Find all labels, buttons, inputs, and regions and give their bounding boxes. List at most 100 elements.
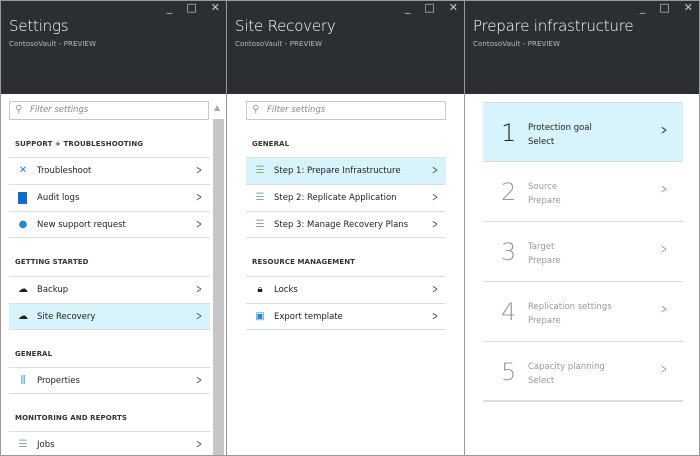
chevron-right-icon: > [195, 217, 202, 231]
step-name: Target [528, 242, 555, 252]
chevron-right-icon: > [660, 362, 667, 376]
list-icon: ☰ [255, 219, 265, 230]
prepare-infrastructure-blade: Prepare infrastructure ContosoVault - PR… [464, 0, 700, 456]
filter-placeholder: Filter settings [267, 105, 326, 115]
cloud-icon: ☁ [18, 284, 28, 295]
step-name: Source [528, 182, 558, 192]
blade-subtitle: ContosoVault - PREVIEW [235, 40, 323, 48]
filter-settings-input[interactable]: ⚲ Filter settings [246, 101, 446, 120]
maximize-icon[interactable]: □ [424, 1, 434, 14]
blade-title: Prepare infrastructure [473, 17, 634, 35]
list-icon: ☰ [255, 165, 265, 176]
step-source[interactable]: 2 Source Prepare > [483, 162, 683, 222]
blade-header: Site Recovery ContosoVault - PREVIEW _ □ ✕ [227, 1, 464, 94]
item-label: Export template [274, 311, 343, 322]
item-label: Site Recovery [37, 311, 96, 322]
step-status: Prepare [528, 196, 561, 206]
section-header: MONITORING AND REPORTS [15, 414, 128, 422]
chevron-right-icon: > [195, 190, 202, 204]
item-label: Jobs [37, 440, 55, 450]
chevron-right-icon: > [660, 182, 667, 196]
menu-item-step-3[interactable]: ☰ Step 3: Manage Recovery Plans > [246, 211, 446, 238]
step-protection-goal[interactable]: 1 Protection goal Select > [483, 102, 683, 162]
menu-item-locks[interactable]: 🔒︎ Locks > [246, 276, 446, 303]
item-label: New support request [37, 219, 126, 230]
close-icon[interactable]: ✕ [211, 1, 220, 14]
menu-item-site-recovery[interactable]: ☁ Site Recovery > [9, 303, 210, 330]
step-status: Select [528, 137, 555, 147]
maximize-icon[interactable]: □ [659, 1, 669, 14]
support-person-icon: ● [18, 219, 28, 230]
item-label: Backup [37, 285, 69, 295]
blade-header: Prepare infrastructure ContosoVault - PR… [465, 1, 699, 94]
chevron-right-icon: > [195, 163, 202, 177]
section-header: GETTING STARTED [15, 258, 89, 266]
step-number: 4 [501, 298, 517, 326]
chevron-right-icon: > [195, 282, 202, 296]
blade-title: Site Recovery [235, 17, 336, 35]
filter-settings-input[interactable]: ⚲ Filter settings [9, 101, 209, 120]
lock-icon: 🔒︎ [257, 284, 263, 295]
step-replication-settings[interactable]: 4 Replication settings Prepare > [483, 282, 683, 342]
minimize-icon[interactable]: _ [640, 1, 646, 14]
chevron-right-icon: > [660, 302, 667, 316]
close-icon[interactable]: ✕ [684, 1, 693, 14]
cloud-icon: ☁ [18, 311, 28, 322]
chevron-right-icon: > [195, 373, 202, 387]
book-icon [18, 192, 27, 204]
step-name: Capacity planning [528, 362, 605, 372]
scroll-up-icon[interactable]: ▲ [214, 103, 220, 112]
scrollbar-thumb[interactable] [213, 119, 224, 455]
menu-item-troubleshoot[interactable]: ✕ Troubleshoot > [9, 157, 210, 184]
search-icon: ⚲ [252, 104, 260, 115]
step-status: Prepare [528, 316, 561, 326]
monitor-icon: ▣ [255, 311, 265, 322]
chevron-right-icon: > [660, 123, 667, 137]
section-header: GENERAL [15, 350, 53, 358]
maximize-icon[interactable]: □ [186, 1, 196, 14]
item-label: Step 3: Manage Recovery Plans [274, 219, 409, 230]
blade-title: Settings [9, 17, 69, 35]
chevron-right-icon: > [195, 309, 202, 323]
item-label: Audit logs [37, 193, 80, 203]
item-label: Step 2: Replicate Application [274, 193, 397, 203]
menu-item-step-1[interactable]: ☰ Step 1: Prepare Infrastructure > [246, 157, 446, 184]
wrench-icon: ✕ [18, 165, 28, 176]
step-capacity-planning[interactable]: 5 Capacity planning Select > [483, 342, 683, 402]
step-status: Select [528, 376, 555, 386]
minimize-icon[interactable]: _ [167, 1, 173, 14]
list-icon: ☰ [255, 192, 265, 203]
minimize-icon[interactable]: _ [405, 1, 411, 14]
item-label: Troubleshoot [37, 166, 92, 176]
step-name: Replication settings [528, 302, 612, 312]
site-recovery-blade: Site Recovery ContosoVault - PREVIEW _ □ ✕… [226, 0, 465, 456]
step-target[interactable]: 3 Target Prepare > [483, 222, 683, 282]
list-icon: ☰ [18, 439, 28, 450]
chevron-right-icon: > [431, 282, 438, 296]
scrollbar[interactable]: ▲ [212, 101, 225, 455]
menu-item-step-2[interactable]: ☰ Step 2: Replicate Application > [246, 184, 446, 211]
chevron-right-icon: > [660, 242, 667, 256]
blade-subtitle: ContosoVault - PREVIEW [473, 40, 561, 48]
step-status: Prepare [528, 256, 561, 266]
section-header: SUPPORT + TROUBLESHOOTING [15, 140, 144, 148]
section-header: RESOURCE MANAGEMENT [252, 258, 356, 266]
blade-subtitle: ContosoVault - PREVIEW [9, 40, 97, 48]
menu-item-export-template[interactable]: ▣ Export template > [246, 303, 446, 330]
close-icon[interactable]: ✕ [449, 1, 458, 14]
menu-item-backup[interactable]: ☁ Backup > [9, 276, 210, 303]
menu-item-new-support-request[interactable]: ● New support request > [9, 211, 210, 238]
menu-item-jobs[interactable]: ☰ Jobs > [9, 431, 210, 455]
sliders-icon: ⫼ [20, 375, 26, 386]
chevron-right-icon: > [431, 190, 438, 204]
chevron-right-icon: > [431, 309, 438, 323]
menu-item-audit-logs[interactable]: Audit logs > [9, 184, 210, 211]
item-label: Locks [274, 285, 298, 295]
section-header: GENERAL [252, 140, 290, 148]
chevron-right-icon: > [195, 437, 202, 451]
menu-item-properties[interactable]: ⫼ Properties > [9, 367, 210, 394]
step-number: 2 [501, 178, 517, 206]
step-number: 3 [501, 238, 517, 266]
search-icon: ⚲ [15, 104, 23, 115]
step-number: 5 [501, 358, 517, 386]
